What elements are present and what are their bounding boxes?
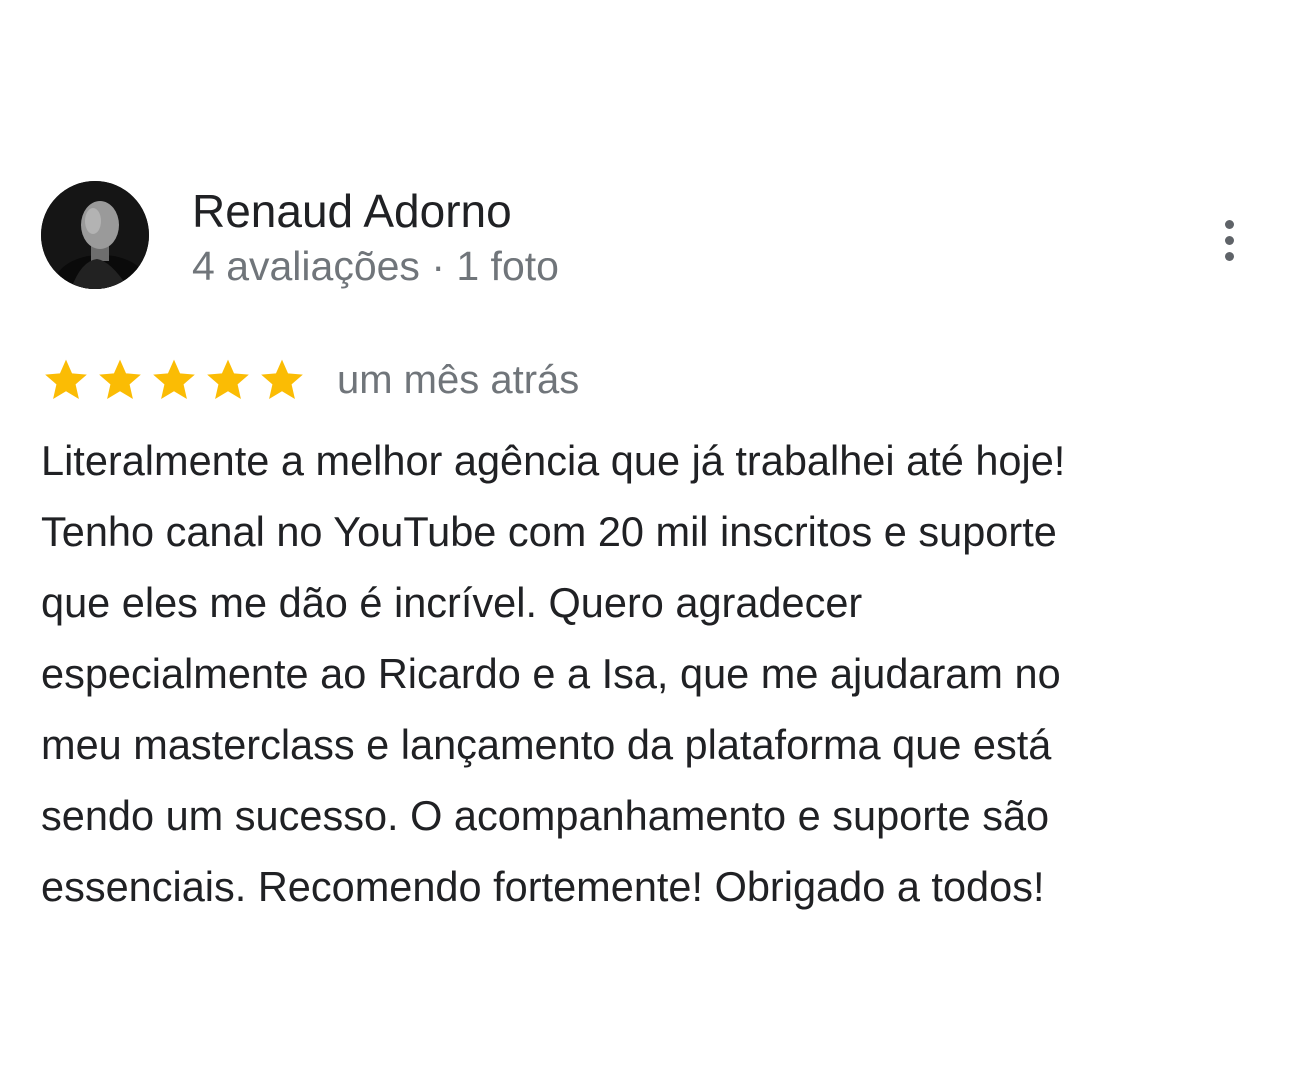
review-text-line: que eles me dão é incrível. Quero agrade… bbox=[41, 579, 863, 626]
rating-row: um mês atrás bbox=[41, 352, 579, 408]
review-text-line: essenciais. Recomendo fortemente! Obriga… bbox=[41, 863, 1045, 910]
author-review-count: 4 avaliações · 1 foto bbox=[192, 243, 559, 289]
review-text-line: Literalmente a melhor agência que já tra… bbox=[41, 437, 1066, 484]
review-text-line: Tenho canal no YouTube com 20 mil inscri… bbox=[41, 508, 1057, 555]
more-vert-icon bbox=[1224, 219, 1234, 261]
review-text: Literalmente a melhor agência que já tra… bbox=[41, 425, 1271, 922]
review-text-line: sendo um sucesso. O acompanhamento e sup… bbox=[41, 792, 1050, 839]
more-options-button[interactable] bbox=[1206, 214, 1252, 266]
review-text-line: meu masterclass e lançamento da platafor… bbox=[41, 721, 1052, 768]
review-card: Renaud Adorno 4 avaliações · 1 foto um m… bbox=[0, 0, 1290, 1092]
star-icon bbox=[149, 355, 199, 405]
author-avatar[interactable] bbox=[41, 181, 149, 289]
star-icon bbox=[95, 355, 145, 405]
profile-photo bbox=[41, 181, 149, 289]
star-icon bbox=[41, 355, 91, 405]
review-text-line: especialmente ao Ricardo e a Isa, que me… bbox=[41, 650, 1061, 697]
star-icon bbox=[257, 355, 307, 405]
star-rating bbox=[41, 355, 307, 405]
star-icon bbox=[203, 355, 253, 405]
author-name[interactable]: Renaud Adorno bbox=[192, 183, 512, 239]
review-date: um mês atrás bbox=[337, 358, 580, 402]
